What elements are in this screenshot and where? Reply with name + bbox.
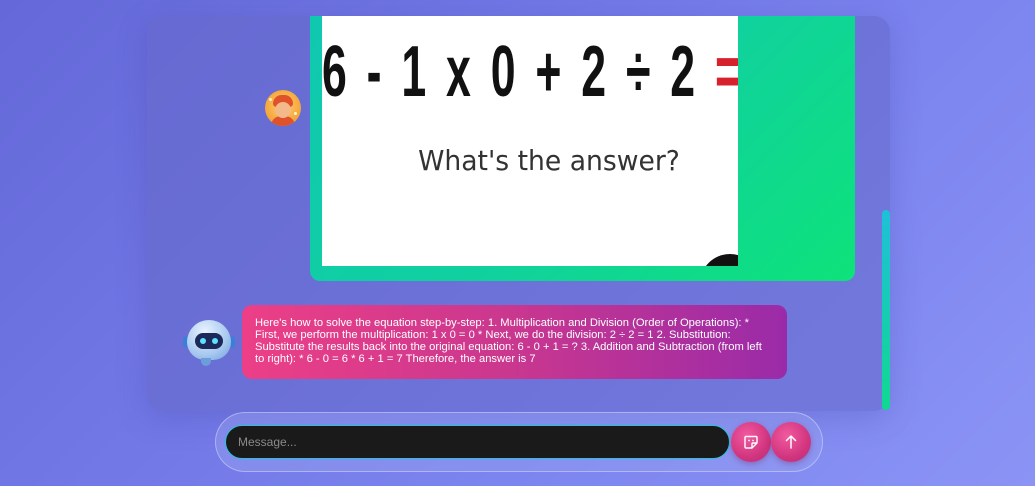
- sticker-button[interactable]: [731, 422, 771, 462]
- sticker-icon: [744, 435, 758, 449]
- equation-text: 6 - 1 x 0 + 2 ÷ 2 = ?: [322, 32, 738, 112]
- avatar-face: [275, 102, 291, 118]
- equation-main: 6 - 1 x 0 + 2 ÷ 2: [322, 32, 715, 112]
- equation-suffix: = ?: [715, 32, 738, 112]
- message-input[interactable]: [225, 425, 730, 459]
- avatar-sparkle: [294, 112, 297, 115]
- bot-message-text: Here's how to solve the equation step-by…: [255, 317, 762, 365]
- robot-neck: [201, 358, 211, 366]
- user-image-message[interactable]: 6 - 1 x 0 + 2 ÷ 2 = ? What's the answer?: [310, 16, 855, 281]
- robot-eye-right: [212, 338, 218, 344]
- chat-scrollbar-thumb[interactable]: [882, 210, 890, 410]
- send-button[interactable]: [771, 422, 811, 462]
- question-text: What's the answer?: [418, 144, 680, 177]
- user-avatar-icon: [265, 90, 301, 126]
- bot-message-bubble: Here's how to solve the equation step-by…: [242, 305, 787, 379]
- robot-avatar-icon: [183, 318, 235, 368]
- robot-visor: [195, 333, 223, 349]
- arrow-up-icon: [785, 435, 797, 449]
- avatar-sparkle: [269, 98, 272, 101]
- robot-eye-left: [200, 338, 206, 344]
- math-puzzle-image[interactable]: 6 - 1 x 0 + 2 ÷ 2 = ? What's the answer?: [322, 16, 738, 266]
- image-corner-shape: [700, 254, 738, 266]
- robot-head: [187, 320, 231, 360]
